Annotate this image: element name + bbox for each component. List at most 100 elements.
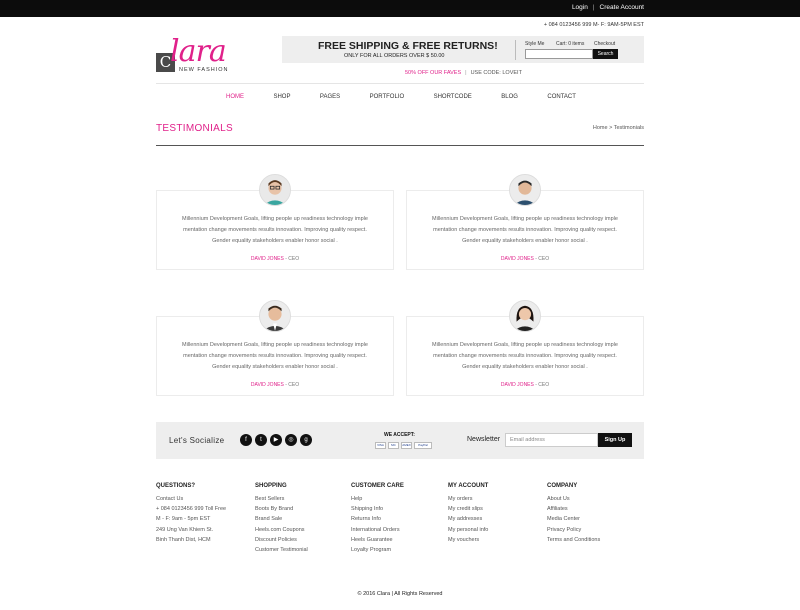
footer-link[interactable]: My orders xyxy=(448,494,488,504)
nav-portfolio[interactable]: PORTFOLIO xyxy=(370,94,405,100)
footer-text: Binh Thanh Dist, HCM xyxy=(156,536,211,543)
promo-code: USE CODE: LOVEIT xyxy=(470,70,522,76)
footer-col-questions: QUESTIONS? Contact Us + 084 0123456 999 … xyxy=(156,483,226,545)
mastercard-icon: MC xyxy=(388,442,399,449)
footer-link[interactable]: Media Center xyxy=(547,514,600,524)
author-name: DAVID JONES xyxy=(250,382,284,388)
quote-line: Gender equality stakeholders enabler hon… xyxy=(462,364,588,370)
twitter-icon[interactable]: t xyxy=(255,434,267,446)
account-links: Login | Create Account xyxy=(572,4,644,11)
quote-line: Millennium Development Goals, lifting pe… xyxy=(182,342,368,348)
testimonial-quote: Millennium Development Goals, lifting pe… xyxy=(157,214,393,247)
testimonial-author: DAVID JONES - CEO xyxy=(157,256,393,262)
footer-link[interactable]: Terms and Conditions xyxy=(547,535,600,545)
testimonial-author: DAVID JONES - CEO xyxy=(157,382,393,388)
signup-button[interactable]: Sign Up xyxy=(598,433,632,447)
facebook-icon[interactable]: f xyxy=(240,434,252,446)
discount-offer[interactable]: 50% OFF OUR FAVES xyxy=(405,70,461,76)
footer-link[interactable]: Privacy Policy xyxy=(547,525,600,535)
avatar xyxy=(259,300,291,332)
testimonial-quote: Millennium Development Goals, lifting pe… xyxy=(157,340,393,373)
footer-link[interactable]: Discount Policies xyxy=(255,535,308,545)
author-role: - CEO xyxy=(283,382,300,388)
email-field[interactable]: Email address xyxy=(505,433,598,447)
quote-line: Millennium Development Goals, lifting pe… xyxy=(432,342,618,348)
quote-line: Millennium Development Goals, lifting pe… xyxy=(182,216,368,222)
footer-link[interactable]: Best Sellers xyxy=(255,494,308,504)
footer-link[interactable]: Loyalty Program xyxy=(351,545,404,555)
footer-col-customer-care: CUSTOMER CARE Help Shipping Info Returns… xyxy=(351,483,404,555)
quote-line: mentation change movements results innov… xyxy=(433,227,617,233)
footer-link[interactable]: My addresses xyxy=(448,514,488,524)
nav-contact[interactable]: CONTACT xyxy=(547,94,576,100)
author-name: DAVID JONES xyxy=(250,256,284,262)
footer-link[interactable]: Heels.com Coupons xyxy=(255,525,308,535)
header-divider xyxy=(156,83,644,84)
youtube-icon[interactable]: ▶ xyxy=(270,434,282,446)
paypal-icon: PayPal xyxy=(414,442,432,449)
search-input[interactable] xyxy=(525,49,593,59)
footer-link[interactable]: Shipping Info xyxy=(351,504,404,514)
breadcrumb[interactable]: Home > Testimonials xyxy=(593,125,644,131)
footer-link[interactable]: Help xyxy=(351,494,404,504)
search-button[interactable]: Search xyxy=(593,49,618,59)
promo-subline: ONLY FOR ALL ORDERS OVER $ 50.00 xyxy=(344,53,445,59)
footer-link[interactable]: My personal info xyxy=(448,525,488,535)
footer-link[interactable]: Brand Sale xyxy=(255,514,308,524)
quote-line: Gender equality stakeholders enabler hon… xyxy=(462,238,588,244)
checkout-link[interactable]: Checkout xyxy=(594,41,615,47)
create-account-link[interactable]: Create Account xyxy=(600,4,644,11)
testimonial-author: DAVID JONES - CEO xyxy=(407,382,643,388)
footer-col-title: CUSTOMER CARE xyxy=(351,483,404,489)
site-logo[interactable]: C lara NEW FASHION xyxy=(156,34,256,76)
footer-link[interactable]: Heels Guarantee xyxy=(351,535,404,545)
instagram-icon[interactable]: ◎ xyxy=(285,434,297,446)
copyright: © 2016 Clara | All Rights Reserved xyxy=(357,591,443,597)
main-nav: HOME SHOP PAGES PORTFOLIO SHORTCODE BLOG… xyxy=(226,94,576,100)
promo-banner: FREE SHIPPING & FREE RETURNS! ONLY FOR A… xyxy=(282,36,644,63)
quote-line: mentation change movements results innov… xyxy=(183,353,367,359)
footer-col-my-account: MY ACCOUNT My orders My credit slips My … xyxy=(448,483,488,545)
promo-divider xyxy=(515,40,516,60)
socialize-label: Let's Socialize xyxy=(169,436,225,445)
login-link[interactable]: Login xyxy=(572,4,588,11)
nav-shortcode[interactable]: SHORTCODE xyxy=(434,94,472,100)
payment-cards: VISA MC AMEX PayPal xyxy=(375,442,432,449)
footer-link[interactable]: Contact Us xyxy=(156,494,226,504)
footer-col-shopping: SHOPPING Best Sellers Boots By Brand Bra… xyxy=(255,483,308,555)
footer-link[interactable]: International Orders xyxy=(351,525,404,535)
footer-link[interactable]: My vouchers xyxy=(448,535,488,545)
author-name: DAVID JONES xyxy=(500,256,534,262)
offer-separator: | xyxy=(465,70,467,76)
nav-shop[interactable]: SHOP xyxy=(273,94,290,100)
quote-line: Gender equality stakeholders enabler hon… xyxy=(212,238,338,244)
footer-link[interactable]: About Us xyxy=(547,494,600,504)
avatar xyxy=(509,174,541,206)
cart-link[interactable]: Cart: 0 items xyxy=(556,41,584,47)
style-me-link[interactable]: Style Me xyxy=(525,41,544,47)
visa-card-icon: VISA xyxy=(375,442,386,449)
testimonial-author: DAVID JONES - CEO xyxy=(407,256,643,262)
title-divider xyxy=(156,145,644,146)
footer-col-title: MY ACCOUNT xyxy=(448,483,489,489)
footer-link[interactable]: Customer Testimonial xyxy=(255,545,308,555)
nav-blog[interactable]: BLOG xyxy=(501,94,518,100)
footer-link[interactable]: Returns Info xyxy=(351,514,404,524)
footer-col-title: QUESTIONS? xyxy=(156,483,196,489)
author-role: - CEO xyxy=(283,256,300,262)
we-accept-label: WE ACCEPT: xyxy=(384,432,415,438)
footer-link[interactable]: Affiliates xyxy=(547,504,600,514)
footer-col-company: COMPANY About Us Affiliates Media Center… xyxy=(547,483,600,545)
footer-link[interactable]: My credit slips xyxy=(448,504,488,514)
offer-line: 50% OFF OUR FAVES | USE CODE: LOVEIT xyxy=(405,70,522,76)
footer-link[interactable]: Boots By Brand xyxy=(255,504,308,514)
page-title: TESTIMONIALS xyxy=(156,123,233,134)
top-bar: Login | Create Account xyxy=(0,0,800,17)
footer-col-title: COMPANY xyxy=(547,483,578,489)
nav-home[interactable]: HOME xyxy=(226,94,244,100)
google-plus-icon[interactable]: g xyxy=(300,434,312,446)
nav-pages[interactable]: PAGES xyxy=(320,94,340,100)
quote-line: mentation change movements results innov… xyxy=(433,353,617,359)
promo-headline: FREE SHIPPING & FREE RETURNS! xyxy=(318,40,498,52)
testimonial-quote: Millennium Development Goals, lifting pe… xyxy=(407,214,643,247)
